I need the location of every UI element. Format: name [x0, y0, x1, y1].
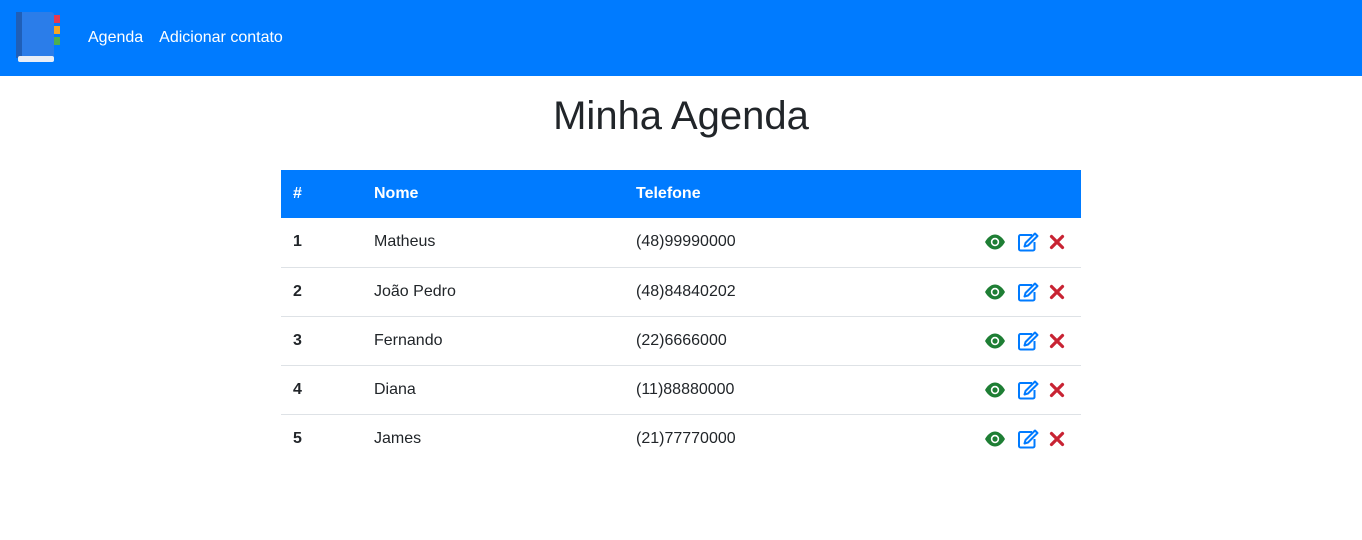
- edit-icon[interactable]: [1017, 282, 1039, 302]
- eye-icon[interactable]: [984, 234, 1006, 250]
- edit-icon[interactable]: [1017, 429, 1039, 449]
- table-row: 1 Matheus (48)99990000: [281, 218, 1081, 267]
- close-icon[interactable]: [1049, 382, 1065, 398]
- row-index: 5: [293, 429, 302, 447]
- close-icon[interactable]: [1049, 234, 1065, 250]
- eye-icon[interactable]: [984, 284, 1006, 300]
- row-telefone: (48)99990000: [636, 233, 736, 251]
- page-title: Minha Agenda: [553, 94, 809, 138]
- row-index: 1: [293, 233, 302, 251]
- row-nome: Matheus: [374, 233, 436, 251]
- eye-icon[interactable]: [984, 382, 1006, 398]
- row-nome: João Pedro: [374, 282, 456, 300]
- contacts-table-wrapper: # Nome Telefone 1 Matheus (48)99990000 2…: [281, 170, 1081, 463]
- table-header-row: # Nome Telefone: [281, 170, 1081, 218]
- row-index: 2: [293, 282, 302, 300]
- header-telefone: Telefone: [636, 185, 701, 202]
- table-row: 5 James (21)77770000: [281, 414, 1081, 463]
- row-actions: [898, 414, 1081, 463]
- header-actions: [898, 170, 1081, 218]
- edit-icon[interactable]: [1017, 232, 1039, 252]
- table-header: # Nome Telefone: [281, 170, 1081, 218]
- row-telefone: (22)6666000: [636, 331, 727, 349]
- address-book-icon[interactable]: [16, 12, 64, 64]
- row-actions: [898, 218, 1081, 267]
- nav-link-agenda[interactable]: Agenda: [88, 29, 143, 47]
- row-telefone: (11)88880000: [636, 380, 735, 398]
- row-actions: [898, 316, 1081, 365]
- nav-link-adicionar-contato[interactable]: Adicionar contato: [159, 29, 283, 47]
- edit-icon[interactable]: [1017, 331, 1039, 351]
- row-actions: [898, 365, 1081, 414]
- table-row: 2 João Pedro (48)84840202: [281, 267, 1081, 316]
- row-index: 3: [293, 331, 302, 349]
- table-body: 1 Matheus (48)99990000 2 João Pedro (48)…: [281, 218, 1081, 463]
- eye-icon[interactable]: [984, 333, 1006, 349]
- header-nome: Nome: [374, 185, 419, 202]
- header-index: #: [293, 185, 302, 202]
- close-icon[interactable]: [1049, 333, 1065, 349]
- row-index: 4: [293, 380, 302, 398]
- close-icon[interactable]: [1049, 431, 1065, 447]
- row-telefone: (21)77770000: [636, 429, 736, 447]
- row-nome: James: [374, 429, 422, 447]
- table-row: 4 Diana (11)88880000: [281, 365, 1081, 414]
- row-actions: [898, 267, 1081, 316]
- table-row: 3 Fernando (22)6666000: [281, 316, 1081, 365]
- edit-icon[interactable]: [1017, 380, 1039, 400]
- row-telefone: (48)84840202: [636, 282, 736, 300]
- navbar: Agenda Adicionar contato: [0, 0, 1362, 76]
- eye-icon[interactable]: [984, 431, 1006, 447]
- row-nome: Fernando: [374, 331, 443, 349]
- close-icon[interactable]: [1049, 284, 1065, 300]
- row-nome: Diana: [374, 380, 416, 398]
- contacts-table: # Nome Telefone 1 Matheus (48)99990000 2…: [281, 170, 1081, 463]
- nav-links: Agenda Adicionar contato: [88, 29, 299, 47]
